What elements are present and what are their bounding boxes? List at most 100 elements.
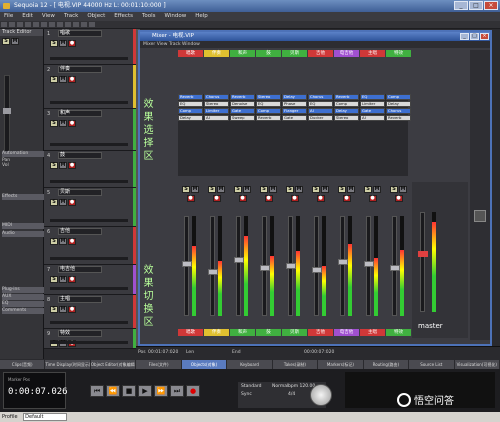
tab-5[interactable]: Keyboard [227,360,273,369]
strip-fader[interactable] [286,216,296,316]
tool-icon[interactable] [49,22,55,27]
fx-slot[interactable]: Reverb [256,115,281,121]
rewind-start-button[interactable]: ⏮ [90,385,104,397]
fx-slot[interactable]: Comp [256,108,281,114]
strip-mute-button[interactable]: M [347,186,355,193]
fx-slot[interactable]: Comp [386,94,411,100]
tool-icon[interactable] [1,22,7,27]
section-header[interactable]: Effects [2,194,44,200]
strip-name[interactable]: 贝斯 [282,50,307,57]
track-row[interactable]: 4 鼓 S M ● [44,151,136,188]
fx-slot[interactable]: Reverb [334,94,359,100]
fx-slot[interactable]: Chorus [204,94,229,100]
strip-solo-button[interactable]: S [390,186,398,193]
fx-slot[interactable]: Denoise [230,101,255,107]
track-row[interactable]: 8 主唱 S M ● [44,295,136,329]
fader-cap[interactable] [234,257,244,263]
strip-mute-button[interactable]: M [295,186,303,193]
track-record-button[interactable]: ● [68,199,76,206]
menu-object[interactable]: Object [87,12,105,21]
track-solo-button[interactable]: S [50,199,58,206]
track-mute-button[interactable]: M [59,40,67,47]
fx-slot[interactable]: Delay [282,94,307,100]
strip-record-button[interactable]: ● [264,195,273,202]
mixer-menu[interactable]: Mixer View Track Window [140,41,490,48]
section-header[interactable]: Plug-ins [2,287,44,293]
strip-name[interactable]: 主唱 [360,50,385,57]
strip-label[interactable]: 唱歌 [178,329,203,336]
fader-cap[interactable] [390,265,400,271]
track-mute-button[interactable]: M [59,199,67,206]
tab-0[interactable]: Clips(音频) [0,360,46,369]
track-record-button[interactable]: ● [68,276,76,283]
track-record-button[interactable]: ● [68,40,76,47]
track-name-field[interactable]: 吉他 [58,228,102,235]
track-name-field[interactable]: 特效 [58,330,102,337]
strip-fader[interactable] [260,216,270,316]
track-name-field[interactable]: 伴奏 [58,66,102,73]
strip-name[interactable]: 伴奏 [204,50,229,57]
strip-label[interactable]: 鼓 [256,329,281,336]
fx-slot[interactable]: Ducker [308,115,333,121]
strip-solo-button[interactable]: S [338,186,346,193]
stop-button[interactable]: ■ [122,385,136,397]
strip-solo-button[interactable]: S [286,186,294,193]
fader-cap[interactable] [338,259,348,265]
fx-slot[interactable]: Delay [178,115,203,121]
jog-knob[interactable] [310,384,332,406]
strip-solo-button[interactable]: S [312,186,320,193]
track-mute-button[interactable]: M [59,120,67,127]
strip-name[interactable]: 鼓 [256,50,281,57]
fader-cap[interactable] [312,267,322,273]
tab-9[interactable]: Source List [409,360,455,369]
fx-slot[interactable]: Phase [282,101,307,107]
track-row[interactable]: 9特效SM● [44,329,136,349]
fx-slot[interactable]: Limiter [360,101,385,107]
tab-2[interactable]: Object Editor(对象编辑器) [91,360,137,369]
track-solo-button[interactable]: S [50,120,58,127]
time-signature[interactable]: 4/4 [288,392,295,397]
strip-name[interactable]: 和声 [230,50,255,57]
track-record-button[interactable]: ● [68,76,76,83]
strip-record-button[interactable]: ● [238,195,247,202]
rewind-button[interactable]: ⏪ [106,385,120,397]
fx-slot[interactable]: Reverb [230,94,255,100]
master-fader[interactable] [418,212,428,312]
strip-label[interactable]: 贝斯 [282,329,307,336]
fader-cap[interactable] [208,269,218,275]
section-header[interactable]: AUX [2,294,44,300]
fx-slot[interactable]: Flanger [282,108,307,114]
fader-cap[interactable] [364,261,374,267]
fx-slot[interactable]: Comp [178,108,203,114]
strip-name[interactable]: 电吉他 [334,50,359,57]
tool-icon[interactable] [89,22,95,27]
fx-slot[interactable]: AI [204,115,229,121]
minimize-button[interactable]: _ [454,1,468,10]
strip-mute-button[interactable]: M [217,186,225,193]
menu-tools[interactable]: Tools [142,12,156,21]
inspector-solo-button[interactable]: S [2,38,10,45]
tool-icon[interactable] [65,22,71,27]
strip-solo-button[interactable]: S [182,186,190,193]
tool-icon[interactable] [9,22,15,27]
track-solo-button[interactable]: S [50,162,58,169]
fx-slot[interactable]: Chorus [308,94,333,100]
fx-slot[interactable]: Stereo [204,101,229,107]
tool-icon[interactable] [33,22,39,27]
track-record-button[interactable]: ● [68,238,76,245]
menu-edit[interactable]: Edit [22,12,33,21]
mixer-minimize-button[interactable]: _ [460,33,469,40]
sync-label[interactable]: Sync [241,392,252,397]
strip-fader[interactable] [364,216,374,316]
fx-slot[interactable]: Reverb [178,94,203,100]
strip-record-button[interactable]: ● [186,195,195,202]
fx-slot[interactable]: Limiter [204,108,229,114]
fx-slot[interactable]: EQ [256,101,281,107]
standard-label[interactable]: Standard [241,384,261,389]
record-button[interactable]: ● [186,385,200,397]
mixer-close-button[interactable]: × [480,33,489,40]
fx-slot[interactable]: Gate [282,115,307,121]
slider-thumb[interactable] [3,108,11,114]
menu-effects[interactable]: Effects [114,12,133,21]
track-row[interactable]: 7 电吉他 S M ● [44,265,136,295]
